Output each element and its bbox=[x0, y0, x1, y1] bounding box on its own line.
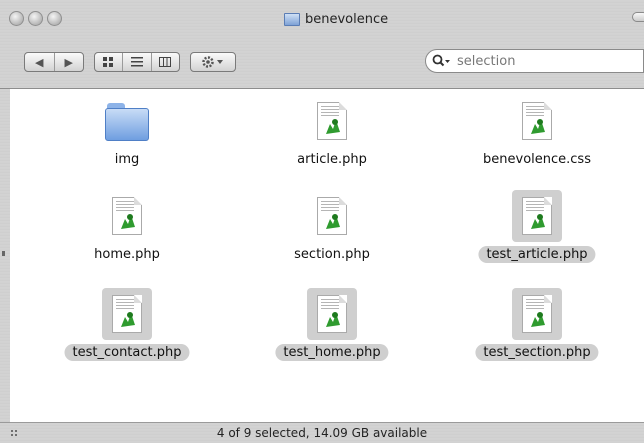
file-item-test-home-php[interactable]: test_home.php bbox=[242, 288, 422, 368]
file-icon-grid: img article.php benevolence.css home.php… bbox=[10, 89, 644, 422]
file-item-img[interactable]: img bbox=[37, 95, 217, 175]
column-view-icon bbox=[159, 57, 172, 67]
action-menu-button[interactable] bbox=[190, 52, 236, 72]
left-edge bbox=[0, 89, 10, 422]
close-button[interactable] bbox=[9, 11, 24, 26]
file-label: test_home.php bbox=[275, 344, 389, 361]
file-icon-wrap bbox=[512, 95, 562, 147]
window-title-text: benevolence bbox=[305, 12, 389, 27]
status-text: 4 of 9 selected, 14.09 GB available bbox=[216, 426, 428, 440]
file-icon-wrap bbox=[307, 288, 357, 340]
css-document-icon bbox=[522, 102, 552, 140]
file-label: img bbox=[114, 152, 140, 167]
file-icon-wrap bbox=[102, 288, 152, 340]
php-document-icon bbox=[317, 102, 347, 140]
zoom-button[interactable] bbox=[47, 11, 62, 26]
file-icon-wrap bbox=[512, 288, 562, 340]
file-item-home-php[interactable]: home.php bbox=[37, 190, 217, 270]
drawer-handle-icon[interactable] bbox=[2, 251, 5, 256]
file-item-section-php[interactable]: section.php bbox=[242, 190, 422, 270]
back-button[interactable]: ◀ bbox=[25, 53, 55, 71]
minimize-button[interactable] bbox=[28, 11, 43, 26]
back-forward-control: ◀ ▶ bbox=[24, 52, 84, 72]
file-icon-wrap bbox=[102, 95, 152, 147]
file-icon-wrap bbox=[102, 190, 152, 242]
php-document-icon bbox=[112, 197, 142, 235]
window-title: benevolence bbox=[284, 12, 388, 27]
file-label: benevolence.css bbox=[483, 152, 591, 167]
file-icon-wrap bbox=[307, 95, 357, 147]
finder-window: benevolence ◀ ▶ selection img article.ph… bbox=[0, 0, 644, 443]
icon-view-icon bbox=[103, 56, 114, 67]
folder-icon bbox=[284, 13, 300, 26]
file-item-test-contact-php[interactable]: test_contact.php bbox=[37, 288, 217, 368]
php-document-icon bbox=[317, 197, 347, 235]
php-document-icon bbox=[112, 295, 142, 333]
search-input[interactable] bbox=[455, 52, 609, 70]
forward-button[interactable]: ▶ bbox=[55, 53, 84, 71]
search-field[interactable] bbox=[425, 49, 644, 73]
view-control bbox=[94, 52, 180, 72]
file-item-test-article-php[interactable]: test_article.php bbox=[447, 190, 627, 270]
file-label: article.php bbox=[297, 152, 367, 167]
php-document-icon bbox=[317, 295, 347, 333]
gear-icon bbox=[202, 56, 223, 68]
search-icon bbox=[432, 54, 450, 67]
file-label: home.php bbox=[94, 247, 160, 262]
file-label: test_section.php bbox=[475, 344, 599, 361]
title-bar[interactable]: benevolence bbox=[0, 0, 644, 42]
column-view-button[interactable] bbox=[152, 53, 179, 71]
toolbar: ◀ ▶ bbox=[0, 42, 644, 89]
file-label: test_contact.php bbox=[64, 344, 190, 361]
file-icon-wrap bbox=[307, 190, 357, 242]
file-icon-wrap bbox=[512, 190, 562, 242]
file-item-benevolence-css[interactable]: benevolence.css bbox=[447, 95, 627, 175]
file-item-article-php[interactable]: article.php bbox=[242, 95, 422, 175]
status-bar: 4 of 9 selected, 14.09 GB available bbox=[0, 422, 644, 443]
toolbar-toggle-button[interactable] bbox=[632, 12, 644, 22]
list-view-button[interactable] bbox=[123, 53, 152, 71]
icon-view-button[interactable] bbox=[95, 53, 124, 71]
php-document-icon bbox=[522, 197, 552, 235]
list-view-icon bbox=[130, 57, 143, 67]
php-document-icon bbox=[522, 295, 552, 333]
folder-icon bbox=[105, 101, 149, 141]
file-label: section.php bbox=[294, 247, 370, 262]
file-item-test-section-php[interactable]: test_section.php bbox=[447, 288, 627, 368]
file-label: test_article.php bbox=[478, 246, 596, 263]
